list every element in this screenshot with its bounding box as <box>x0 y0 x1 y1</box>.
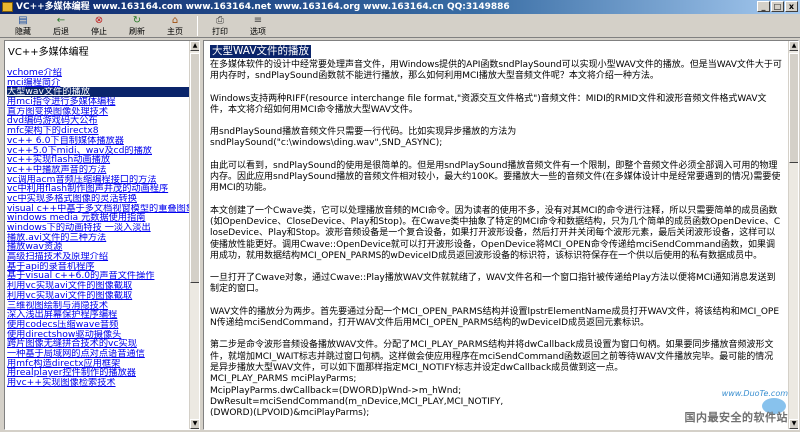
sidebar-item[interactable]: 播放wav资源 <box>7 242 190 252</box>
stop-label: 停止 <box>91 27 107 36</box>
refresh-label: 刷新 <box>129 27 145 36</box>
close-button[interactable]: x <box>785 1 798 12</box>
scroll-thumb[interactable] <box>190 53 199 283</box>
options-label: 选项 <box>250 27 266 36</box>
sidebar-item[interactable]: 直方图变换图像处理技术 <box>7 107 190 117</box>
sidebar-item[interactable]: 基于api的录音机程序 <box>7 262 190 272</box>
sidebar-item[interactable]: 一种基于局域网的点对点语音通信 <box>7 349 190 359</box>
sidebar-item[interactable]: mfc架构下的directx8 <box>7 126 190 136</box>
article: 大型WAV文件的播放 在多媒体软件的设计中经常要处理声音文件，用Windows提… <box>204 41 788 429</box>
sidebar-item[interactable]: 大型wav文件的播放 <box>7 87 190 98</box>
sidebar-item[interactable]: 用mfc构造directx应用框架 <box>7 359 190 369</box>
article-paragraph: 本文创建了一个Cwave类，它可以处理播放音频的MCI命令。因为读者的使用不多，… <box>210 205 781 261</box>
article-paragraph: 在多媒体软件的设计中经常要处理声音文件，用Windows提供的API函数sndP… <box>210 60 782 82</box>
help-book-icon <box>2 2 13 12</box>
scroll-down-icon[interactable]: ▼ <box>789 419 798 429</box>
topic-list: vchome介绍 mci编程简介 大型wav文件的播放 用mci指令进行多媒体编程 直方… <box>7 68 190 388</box>
hide-label: 隐藏 <box>15 27 31 36</box>
stop-button[interactable]: ⊗ 停止 <box>80 14 118 38</box>
toolbar: ▤ 隐藏 ← 后退 ⊗ 停止 ↻ 刷新 ⌂ 主页 ⎙ 打印 ≡ 选项 <box>0 14 800 38</box>
sidebar-item[interactable]: vc调用acm音频压缩编程接口的方法 <box>7 175 190 185</box>
sidebar-item[interactable]: 利用vc实现avi文件的图像截取 <box>7 281 190 291</box>
code-line: (DWORD)(LPVOID)&mciPlayParms); <box>210 408 370 419</box>
sidebar-item[interactable]: 使用directshow驱动摄像头 <box>7 330 190 340</box>
back-label: 后退 <box>53 27 69 36</box>
article-paragraph: WAV文件的播放分为两步。首先要通过分配一个MCI_OPEN_PARMS结构并设… <box>210 306 780 329</box>
back-icon: ← <box>56 15 66 26</box>
window-title: VC++多媒体编程 www.163164.com www.163164.net … <box>16 2 510 12</box>
article-paragraph: 一旦打开了Cwave对象，通过Cwave::Play播放WAV文件就就绪了，WA… <box>210 273 776 295</box>
article-paragraph: 用sndPlaySound播放音频文件只需要一行代码。比如实现异步播放的方法为 … <box>210 127 517 149</box>
sidebar-item[interactable]: 用realplayer控件制作的播放器 <box>7 368 190 378</box>
sidebar-item[interactable]: vc++实现flash动画播放 <box>7 155 190 165</box>
sidebar-item[interactable]: mci编程简介 <box>7 78 190 88</box>
print-label: 打印 <box>212 27 228 36</box>
sidebar-item[interactable]: 利用vc实现avi文件的图像截取 <box>7 291 190 301</box>
refresh-icon: ↻ <box>132 15 142 26</box>
sidebar-item[interactable]: 深入浅出屏幕保护程序编程 <box>7 310 190 320</box>
minimize-button[interactable]: _ <box>757 1 770 12</box>
code-line: McipPlayParms.dwCallback=(DWORD)pWnd->m_… <box>210 385 462 396</box>
maximize-button[interactable]: □ <box>771 1 784 12</box>
article-paragraph: Windows支持两种RIFF(resource interchange fil… <box>210 93 767 115</box>
article-paragraph: 由此可以看到，sndPlaySound的使用是很简单的。但是用sndPlaySo… <box>210 160 781 194</box>
sidebar-item[interactable]: 用vc++实现图像检索技术 <box>7 378 190 388</box>
scroll-up-icon[interactable]: ▲ <box>789 41 798 51</box>
scroll-down-icon[interactable]: ▼ <box>190 419 199 429</box>
hide-icon: ▤ <box>18 15 28 26</box>
sidebar-item[interactable]: vc++中播放声音的方法 <box>7 165 190 175</box>
sidebar-item[interactable]: vc++5.0下midi、wav及cd的播放 <box>7 146 190 156</box>
hide-button[interactable]: ▤ 隐藏 <box>4 14 42 38</box>
article-paragraph: 第二步是命令波形音频设备播放WAV文件。分配了MCI_PLAY_PARMS结构并… <box>210 340 774 373</box>
toolbar-separator <box>197 16 198 36</box>
code-line: MCI_PLAY_PARMS mciPlayParms; <box>210 374 357 385</box>
refresh-button[interactable]: ↻ 刷新 <box>118 14 156 38</box>
sidebar-scrollbar[interactable]: ▲ ▼ <box>189 41 199 429</box>
sidebar-item[interactable]: vc中实现多格式图像的灵活转换 <box>7 194 190 204</box>
home-label: 主页 <box>167 27 183 36</box>
home-icon: ⌂ <box>171 15 179 26</box>
code-line: DwResult=mciSendCommand(m_nDevice,MCI_PL… <box>210 396 504 407</box>
stop-icon: ⊗ <box>94 15 104 26</box>
content-pane: 大型WAV文件的播放 在多媒体软件的设计中经常要处理声音文件，用Windows提… <box>203 40 799 430</box>
title-bar: VC++多媒体编程 www.163164.com www.163164.net … <box>0 0 800 14</box>
sidebar-pane: VC++多媒体编程 vchome介绍 mci编程简介 大型wav文件的播放 用mci指… <box>4 40 200 430</box>
article-title: 大型WAV文件的播放 <box>210 45 312 58</box>
sidebar-item[interactable]: vchome介绍 <box>7 68 190 78</box>
sidebar-item[interactable]: 三维视图绘制与消隐技术 <box>7 301 190 311</box>
sidebar-item[interactable]: vc++ 6.0下自制媒体播放器 <box>7 136 190 146</box>
sidebar-item[interactable]: dvd编码游戏码大公布 <box>7 116 190 126</box>
options-button[interactable]: ≡ 选项 <box>239 14 277 38</box>
sidebar-item[interactable]: 播放.avi文件的三种方法 <box>7 233 190 243</box>
scroll-up-icon[interactable]: ▲ <box>190 41 199 51</box>
sidebar-item[interactable]: windows下的动画特技 一淡入淡出 <box>7 223 190 233</box>
options-icon: ≡ <box>253 15 263 26</box>
sidebar-item[interactable]: 用mci指令进行多媒体编程 <box>7 97 190 107</box>
sidebar-item[interactable]: visual c++中基于多文档视窗模型的重叠图象 <box>7 204 190 214</box>
sidebar-item[interactable]: 使用codecs压缩wave音频 <box>7 320 190 330</box>
sidebar-item[interactable]: 跨片图像无缝拼合技术的vc实现 <box>7 339 190 349</box>
sidebar-title: VC++多媒体编程 <box>8 47 89 58</box>
content-scrollbar[interactable]: ▲ ▼ <box>788 41 798 429</box>
sidebar-item[interactable]: 基于visual c++6.0的声音文件操作 <box>7 271 190 281</box>
sidebar-item[interactable]: 高级扫描技术及原理介绍 <box>7 252 190 262</box>
sidebar-item[interactable]: windows media 元数据使用指南 <box>7 213 190 223</box>
scroll-thumb[interactable] <box>789 53 798 163</box>
back-button[interactable]: ← 后退 <box>42 14 80 38</box>
sidebar-item[interactable]: vc中利用flash制作图声并茂的动画程序 <box>7 184 190 194</box>
home-button[interactable]: ⌂ 主页 <box>156 14 194 38</box>
print-icon: ⎙ <box>216 15 224 26</box>
print-button[interactable]: ⎙ 打印 <box>201 14 239 38</box>
